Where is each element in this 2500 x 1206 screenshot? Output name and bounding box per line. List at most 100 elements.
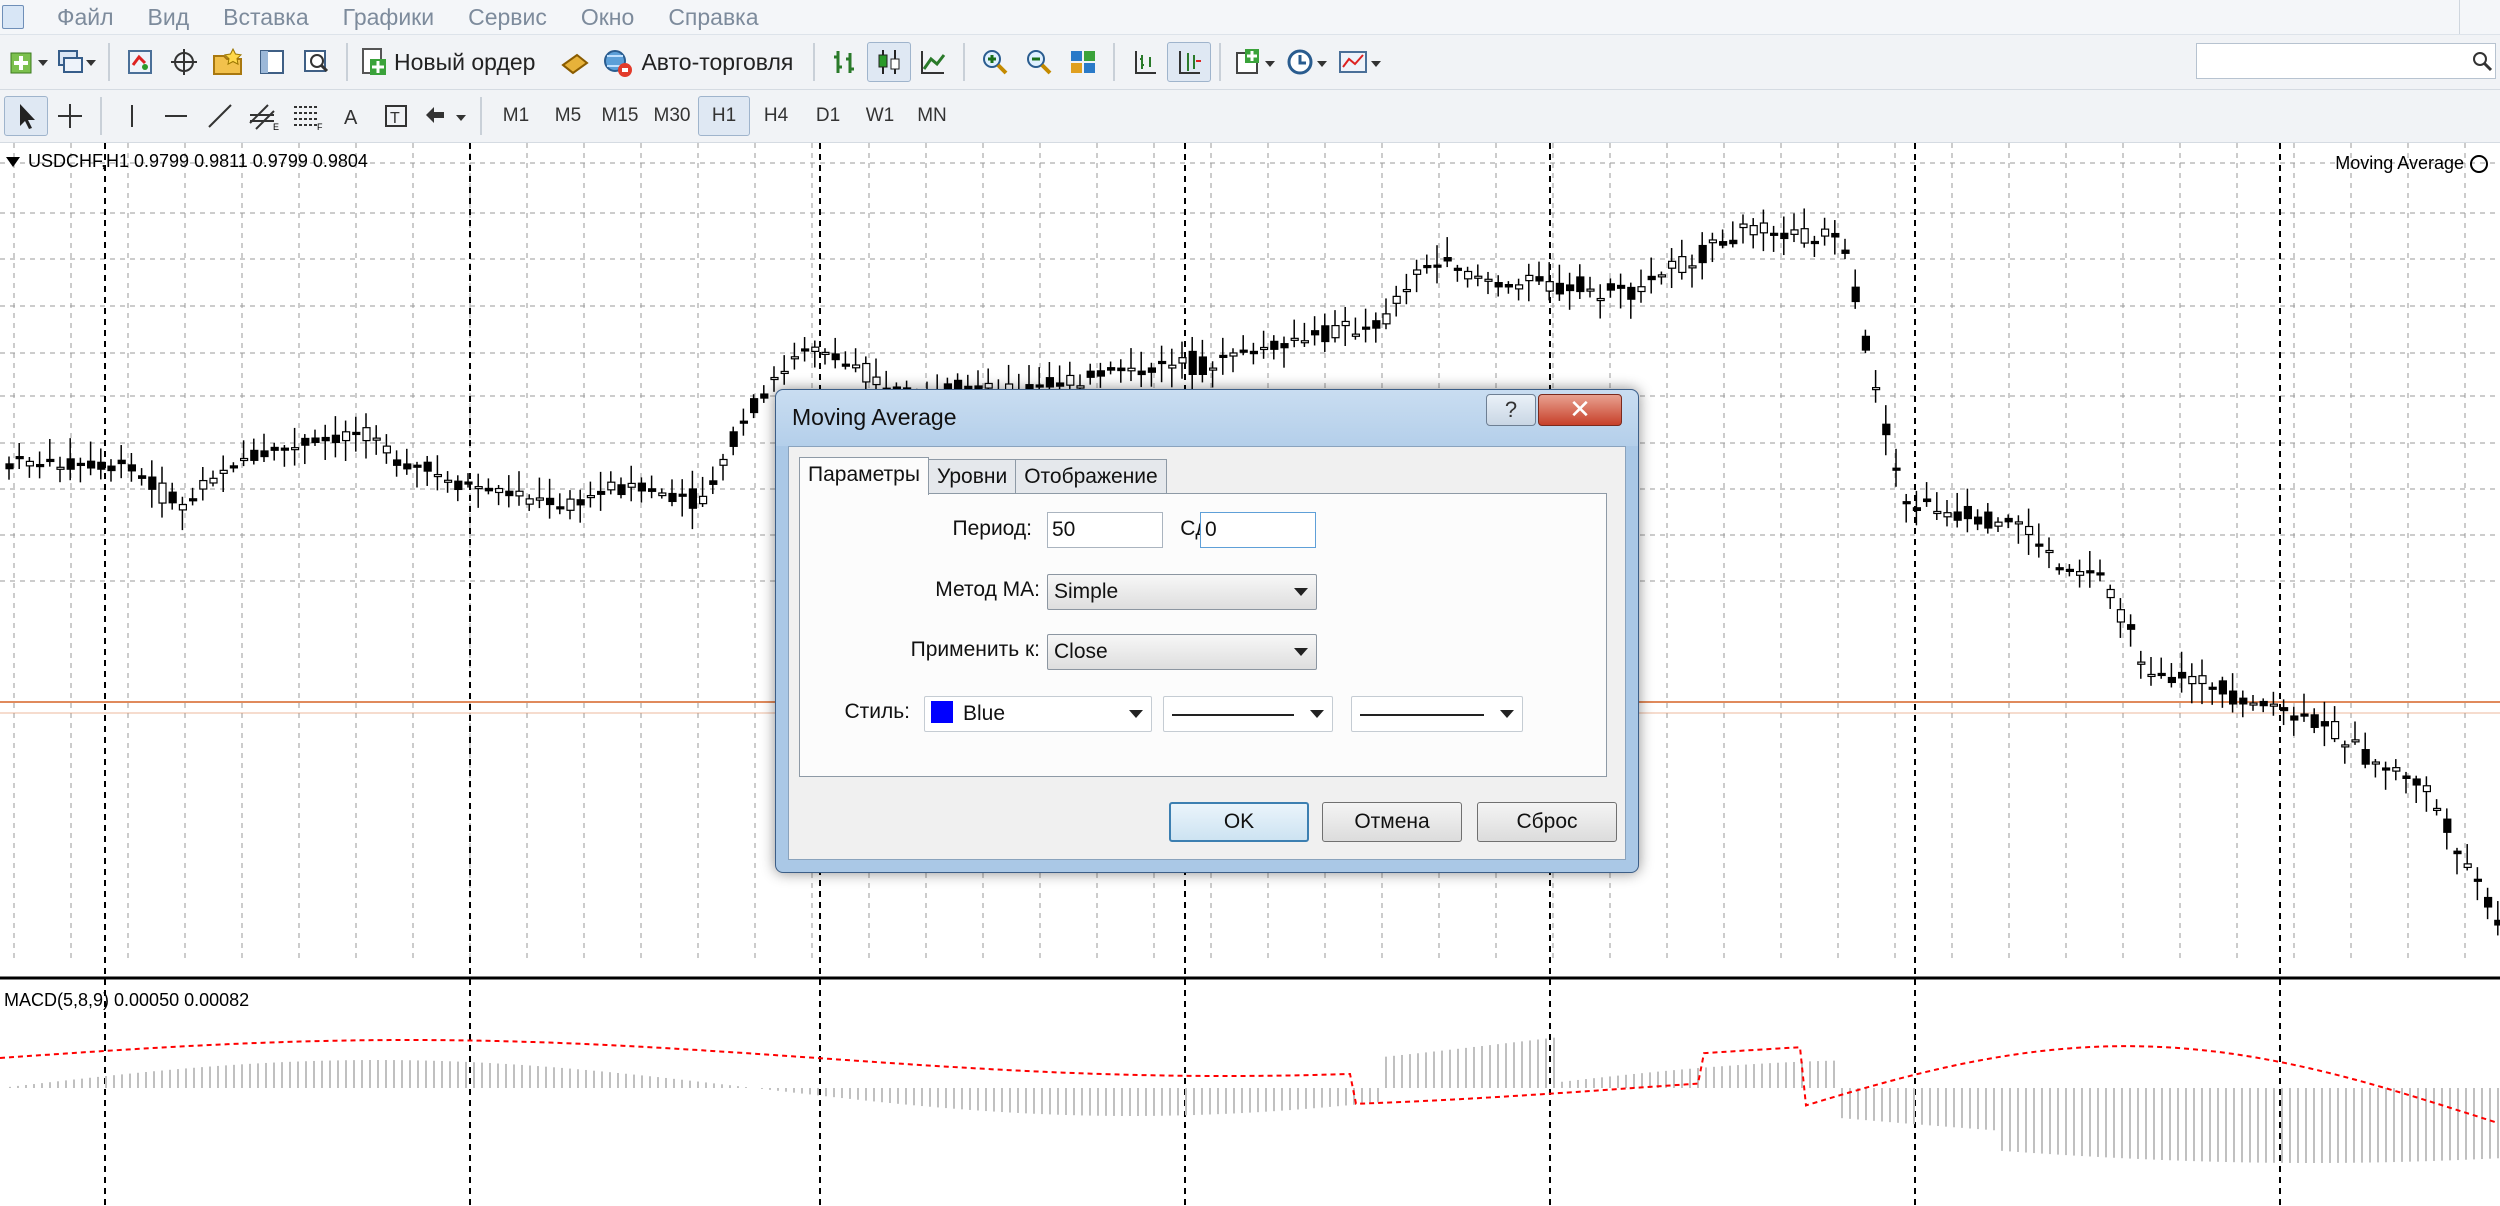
line-style-select[interactable] bbox=[1163, 696, 1333, 732]
new-chart-button[interactable] bbox=[4, 42, 52, 82]
candlestick-icon bbox=[878, 50, 900, 74]
apply-to-select[interactable]: Close bbox=[1047, 634, 1317, 670]
candle-body bbox=[862, 362, 871, 383]
timeframe-m30[interactable]: M30 bbox=[646, 96, 698, 136]
horizontal-line-button[interactable] bbox=[154, 96, 198, 136]
candle-body bbox=[1708, 239, 1718, 244]
ok-button[interactable]: OK bbox=[1169, 802, 1309, 842]
candle-body bbox=[362, 427, 371, 442]
fibonacci-button[interactable]: F bbox=[286, 96, 330, 136]
zoom-in-button[interactable] bbox=[973, 42, 1017, 82]
profiles-button[interactable] bbox=[52, 42, 100, 82]
menu-view[interactable]: Вид bbox=[131, 0, 207, 34]
timeframe-h1[interactable]: H1 bbox=[698, 96, 750, 136]
collapse-triangle-icon[interactable] bbox=[6, 157, 20, 168]
candle-body bbox=[1117, 367, 1126, 372]
text-button[interactable]: A bbox=[330, 96, 374, 136]
auto-trading-button[interactable]: Авто-торговля bbox=[597, 42, 797, 82]
crosshair-button[interactable] bbox=[48, 96, 92, 136]
candle-body bbox=[2147, 673, 2156, 678]
cancel-button[interactable]: Отмена bbox=[1322, 802, 1462, 842]
candle-body bbox=[280, 447, 289, 451]
equidistant-channel-button[interactable]: E bbox=[242, 96, 286, 136]
line-chart-button[interactable] bbox=[911, 42, 955, 82]
candle-body bbox=[2178, 671, 2187, 679]
timeframe-m5[interactable]: M5 bbox=[542, 96, 594, 136]
dialog-titlebar[interactable]: Moving Average ? ✕ bbox=[776, 390, 1638, 446]
periods-button[interactable] bbox=[1281, 42, 1333, 82]
arrows-button[interactable] bbox=[418, 96, 472, 136]
timeframe-d1[interactable]: D1 bbox=[802, 96, 854, 136]
new-order-button[interactable]: Новый ордер bbox=[356, 42, 539, 82]
menu-help[interactable]: Справка bbox=[651, 0, 775, 34]
ma-method-select[interactable]: Simple bbox=[1047, 574, 1317, 610]
tab-levels[interactable]: Уровни bbox=[927, 459, 1017, 493]
vertical-line-button[interactable] bbox=[110, 96, 154, 136]
terminal-window-icon bbox=[260, 50, 284, 74]
chart-shift-button[interactable] bbox=[1123, 42, 1167, 82]
menu-charts[interactable]: Графики bbox=[326, 0, 451, 34]
candle-body bbox=[382, 445, 391, 454]
metaeditor-button[interactable] bbox=[553, 42, 597, 82]
candle-body bbox=[831, 353, 840, 361]
period-input[interactable]: 50 bbox=[1047, 512, 1163, 548]
svg-text:E: E bbox=[273, 122, 279, 131]
text-label-button[interactable]: T bbox=[374, 96, 418, 136]
svg-text:F: F bbox=[317, 122, 323, 131]
menu-tools[interactable]: Сервис bbox=[451, 0, 564, 34]
candle-body bbox=[1994, 521, 2003, 527]
candle-body bbox=[1341, 320, 1350, 327]
candle-body bbox=[178, 503, 187, 511]
help-button[interactable]: ? bbox=[1486, 394, 1536, 426]
tab-parameters[interactable]: Параметры bbox=[799, 457, 929, 495]
bar-chart-button[interactable] bbox=[823, 42, 867, 82]
dialog-tabs: Параметры Уровни Отображение bbox=[799, 457, 1167, 495]
data-window-button[interactable] bbox=[162, 42, 206, 82]
style-color-select[interactable]: Blue bbox=[924, 696, 1152, 732]
strategy-tester-button[interactable] bbox=[294, 42, 338, 82]
candle-body bbox=[851, 364, 861, 369]
templates-button[interactable] bbox=[1333, 42, 1387, 82]
timeframe-h4[interactable]: H4 bbox=[750, 96, 802, 136]
menu-window[interactable]: Окно bbox=[564, 0, 651, 34]
close-button[interactable]: ✕ bbox=[1538, 394, 1622, 426]
candlestick-chart-button[interactable] bbox=[867, 42, 912, 82]
candle-body bbox=[2004, 517, 2013, 523]
candle-body bbox=[97, 461, 106, 470]
candle-body bbox=[800, 348, 810, 352]
auto-scroll-button[interactable] bbox=[1167, 42, 1212, 82]
menu-file[interactable]: Файл bbox=[40, 0, 131, 34]
candle-body bbox=[2361, 749, 2370, 765]
indicator-label[interactable]: Moving Average bbox=[2335, 153, 2488, 174]
candle-body bbox=[5, 463, 14, 470]
trendline-button[interactable] bbox=[198, 96, 242, 136]
menu-insert[interactable]: Вставка bbox=[206, 0, 326, 34]
timeframe-w1[interactable]: W1 bbox=[854, 96, 906, 136]
reset-button[interactable]: Сброс bbox=[1477, 802, 1617, 842]
candle-body bbox=[1810, 240, 1820, 245]
shift-input[interactable]: 0 bbox=[1200, 512, 1316, 548]
candle-body bbox=[1096, 370, 1106, 377]
tester-magnifier-icon bbox=[304, 50, 329, 73]
app-icon[interactable] bbox=[2, 5, 24, 29]
timeframe-mn[interactable]: MN bbox=[906, 96, 958, 136]
candle-body bbox=[2198, 675, 2207, 685]
candle-body bbox=[790, 356, 800, 360]
tab-visualization[interactable]: Отображение bbox=[1015, 459, 1167, 493]
timeframe-m15[interactable]: M15 bbox=[594, 96, 646, 136]
market-watch-button[interactable] bbox=[118, 42, 162, 82]
candle-body bbox=[413, 464, 422, 468]
candle-body bbox=[678, 493, 687, 497]
cursor-button[interactable] bbox=[4, 96, 48, 136]
timeframe-m1[interactable]: M1 bbox=[490, 96, 542, 136]
indicators-button[interactable] bbox=[1229, 42, 1281, 82]
candle-body bbox=[1769, 232, 1779, 236]
candle-body bbox=[138, 475, 147, 479]
navigator-button[interactable] bbox=[206, 42, 250, 82]
tile-windows-button[interactable] bbox=[1061, 42, 1105, 82]
tile-windows-icon bbox=[1071, 51, 1096, 73]
terminal-button[interactable] bbox=[250, 42, 294, 82]
search-input[interactable] bbox=[2196, 43, 2496, 79]
zoom-out-button[interactable] bbox=[1017, 42, 1061, 82]
line-width-select[interactable] bbox=[1351, 696, 1523, 732]
